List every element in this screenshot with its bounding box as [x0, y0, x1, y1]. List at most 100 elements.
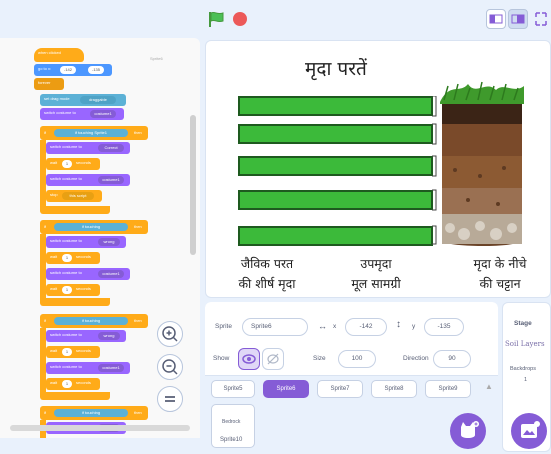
sprite-tile[interactable]: Sprite8 [371, 380, 417, 398]
stop-block[interactable]: stop this script [46, 190, 102, 202]
layer-drop-zone[interactable] [238, 190, 433, 210]
switch-costume1-block[interactable]: switch costume to costume1 [46, 268, 130, 280]
block-text: wait [50, 254, 58, 259]
switch-wrong-block[interactable]: switch costume to wrong [46, 330, 126, 342]
wait-block[interactable]: wait 1 seconds [46, 158, 100, 170]
small-stage-button[interactable] [486, 9, 506, 29]
code-horizontal-scrollbar[interactable] [10, 425, 190, 431]
label-bedrock[interactable]: मृदा के नीचे की चट्टान [450, 254, 550, 294]
when-flag-block[interactable]: when clicked [34, 48, 84, 62]
sprite-tile-bedrock[interactable]: Bedrock Sprite10 [211, 404, 255, 448]
fullscreen-icon[interactable] [531, 10, 551, 28]
sprite-tile[interactable]: Sprite5 [211, 380, 255, 398]
switch-costume1-block[interactable]: switch costume to costume1 [46, 174, 130, 186]
costume-dropdown[interactable]: costume1 [98, 364, 124, 372]
backdrop-thumbnail[interactable]: Soil Layers [505, 340, 551, 348]
layer-drop-zone[interactable] [238, 156, 433, 176]
size-input[interactable]: 100 [338, 350, 376, 368]
layer-drop-zone[interactable] [238, 96, 433, 116]
if-touching-block-4[interactable]: if if touching then [40, 406, 148, 420]
bedrock-costume-text: Bedrock [222, 419, 241, 425]
if-bottom [40, 298, 110, 306]
forever-block[interactable]: forever [34, 78, 64, 90]
costume-dropdown[interactable]: costume1 [98, 270, 124, 278]
block-text: stop [50, 192, 58, 197]
code-scrollbar[interactable] [190, 115, 196, 255]
block-text: switch costume to [50, 176, 82, 181]
costume-dropdown[interactable]: wrong [98, 332, 120, 340]
seconds-label: seconds [76, 380, 91, 385]
stop-button[interactable] [233, 12, 247, 26]
sprite-dropdown[interactable]: Sprite1 [94, 130, 107, 135]
touching-sensor[interactable]: if touching [54, 317, 128, 325]
touching-sensor[interactable]: if touching Sprite1 [54, 129, 128, 137]
wait-block[interactable]: wait 1 seconds [46, 284, 100, 296]
wait-input[interactable]: 1 [62, 254, 72, 262]
label-line: की चट्टान [479, 276, 521, 291]
sprite-list-scroll-up-icon[interactable]: ▲ [485, 382, 493, 391]
costume-dropdown[interactable]: Correct [98, 144, 124, 152]
sprite-watermark: Sprite6 [150, 56, 163, 61]
wait-input[interactable]: 1 [62, 380, 72, 388]
switch-wrong-block[interactable]: switch costume to wrong [46, 236, 126, 248]
switch-costume1-block[interactable]: switch costume to costume1 [46, 362, 130, 374]
soil-profile-image [440, 81, 524, 246]
block-text: switch costume to [50, 144, 82, 149]
wait-block[interactable]: wait 1 seconds [46, 252, 100, 264]
switch-correct-block[interactable]: switch costume to Correct [46, 142, 130, 154]
wait-block[interactable]: wait 1 seconds [46, 378, 100, 390]
zoom-in-button[interactable] [157, 321, 183, 347]
goto-block[interactable]: go to x: -142 -135 [34, 64, 112, 76]
show-visible-toggle[interactable] [238, 348, 260, 370]
touching-sensor[interactable]: if touching [54, 223, 128, 231]
switch-costume-block[interactable]: switch costume to costume1 [40, 108, 124, 120]
add-backdrop-button[interactable] [511, 413, 547, 449]
sprite-name-input[interactable]: Sprite6 [242, 318, 308, 336]
normal-stage-button[interactable] [508, 9, 528, 29]
x-input[interactable]: -142 [60, 66, 76, 74]
add-sprite-button[interactable] [450, 413, 486, 449]
wait-input[interactable]: 1 [62, 160, 72, 168]
direction-input[interactable]: 90 [433, 350, 471, 368]
label-line: मृदा के नीचे [473, 256, 527, 271]
then-label: then [134, 318, 142, 323]
wait-input[interactable]: 1 [62, 348, 72, 356]
costume-dropdown[interactable]: costume1 [98, 176, 124, 184]
backdrops-label: Backdrops [510, 366, 536, 372]
if-touching-block-3[interactable]: if if touching then [40, 314, 148, 328]
stage-title: मृदा परतें [305, 58, 367, 80]
wait-block[interactable]: wait 1 seconds [46, 346, 100, 358]
if-bottom [40, 206, 110, 214]
zoom-out-button[interactable] [157, 354, 183, 380]
if-touching-block[interactable]: if if touching Sprite1 then [40, 126, 148, 140]
layer-drop-zone[interactable] [238, 124, 433, 144]
drag-dropdown[interactable]: draggable [80, 96, 116, 104]
backdrops-count: 1 [524, 377, 528, 383]
green-flag-icon[interactable] [207, 10, 225, 28]
layer-drop-zone[interactable] [238, 226, 433, 246]
y-input[interactable]: -135 [88, 66, 104, 74]
block-text: set drag mode [44, 96, 70, 101]
layer-brackets [432, 96, 437, 245]
drag-mode-block[interactable]: set drag mode draggable [40, 94, 126, 106]
sprite-tile[interactable]: Sprite7 [317, 380, 363, 398]
zoom-reset-button[interactable] [157, 386, 183, 412]
sprite-tile-selected[interactable]: Sprite6 [263, 380, 309, 398]
touching-sensor[interactable]: if touching [54, 409, 128, 417]
x-input[interactable]: -142 [345, 318, 387, 336]
sprite-tile[interactable]: Sprite9 [425, 380, 471, 398]
label-subsoil[interactable]: उपमृदा मूल सामग्री [336, 254, 416, 294]
y-input[interactable]: -135 [424, 318, 464, 336]
stop-dropdown[interactable]: this script [62, 192, 94, 200]
if-touching-block-2[interactable]: if if touching then [40, 220, 148, 234]
costume-dropdown[interactable]: costume1 [90, 110, 116, 118]
label-topsoil[interactable]: जैविक परत की शीर्ष मृदा [222, 254, 312, 294]
costume-dropdown[interactable]: wrong [98, 238, 120, 246]
wait-input[interactable]: 1 [62, 286, 72, 294]
block-text: switch costume to [50, 364, 82, 369]
eye-icon [242, 354, 256, 364]
block-text: switch costume to [50, 238, 82, 243]
hide-toggle[interactable] [262, 348, 284, 370]
sprite-tile-label: Sprite10 [220, 437, 243, 443]
block-text: go to x: [38, 66, 52, 71]
